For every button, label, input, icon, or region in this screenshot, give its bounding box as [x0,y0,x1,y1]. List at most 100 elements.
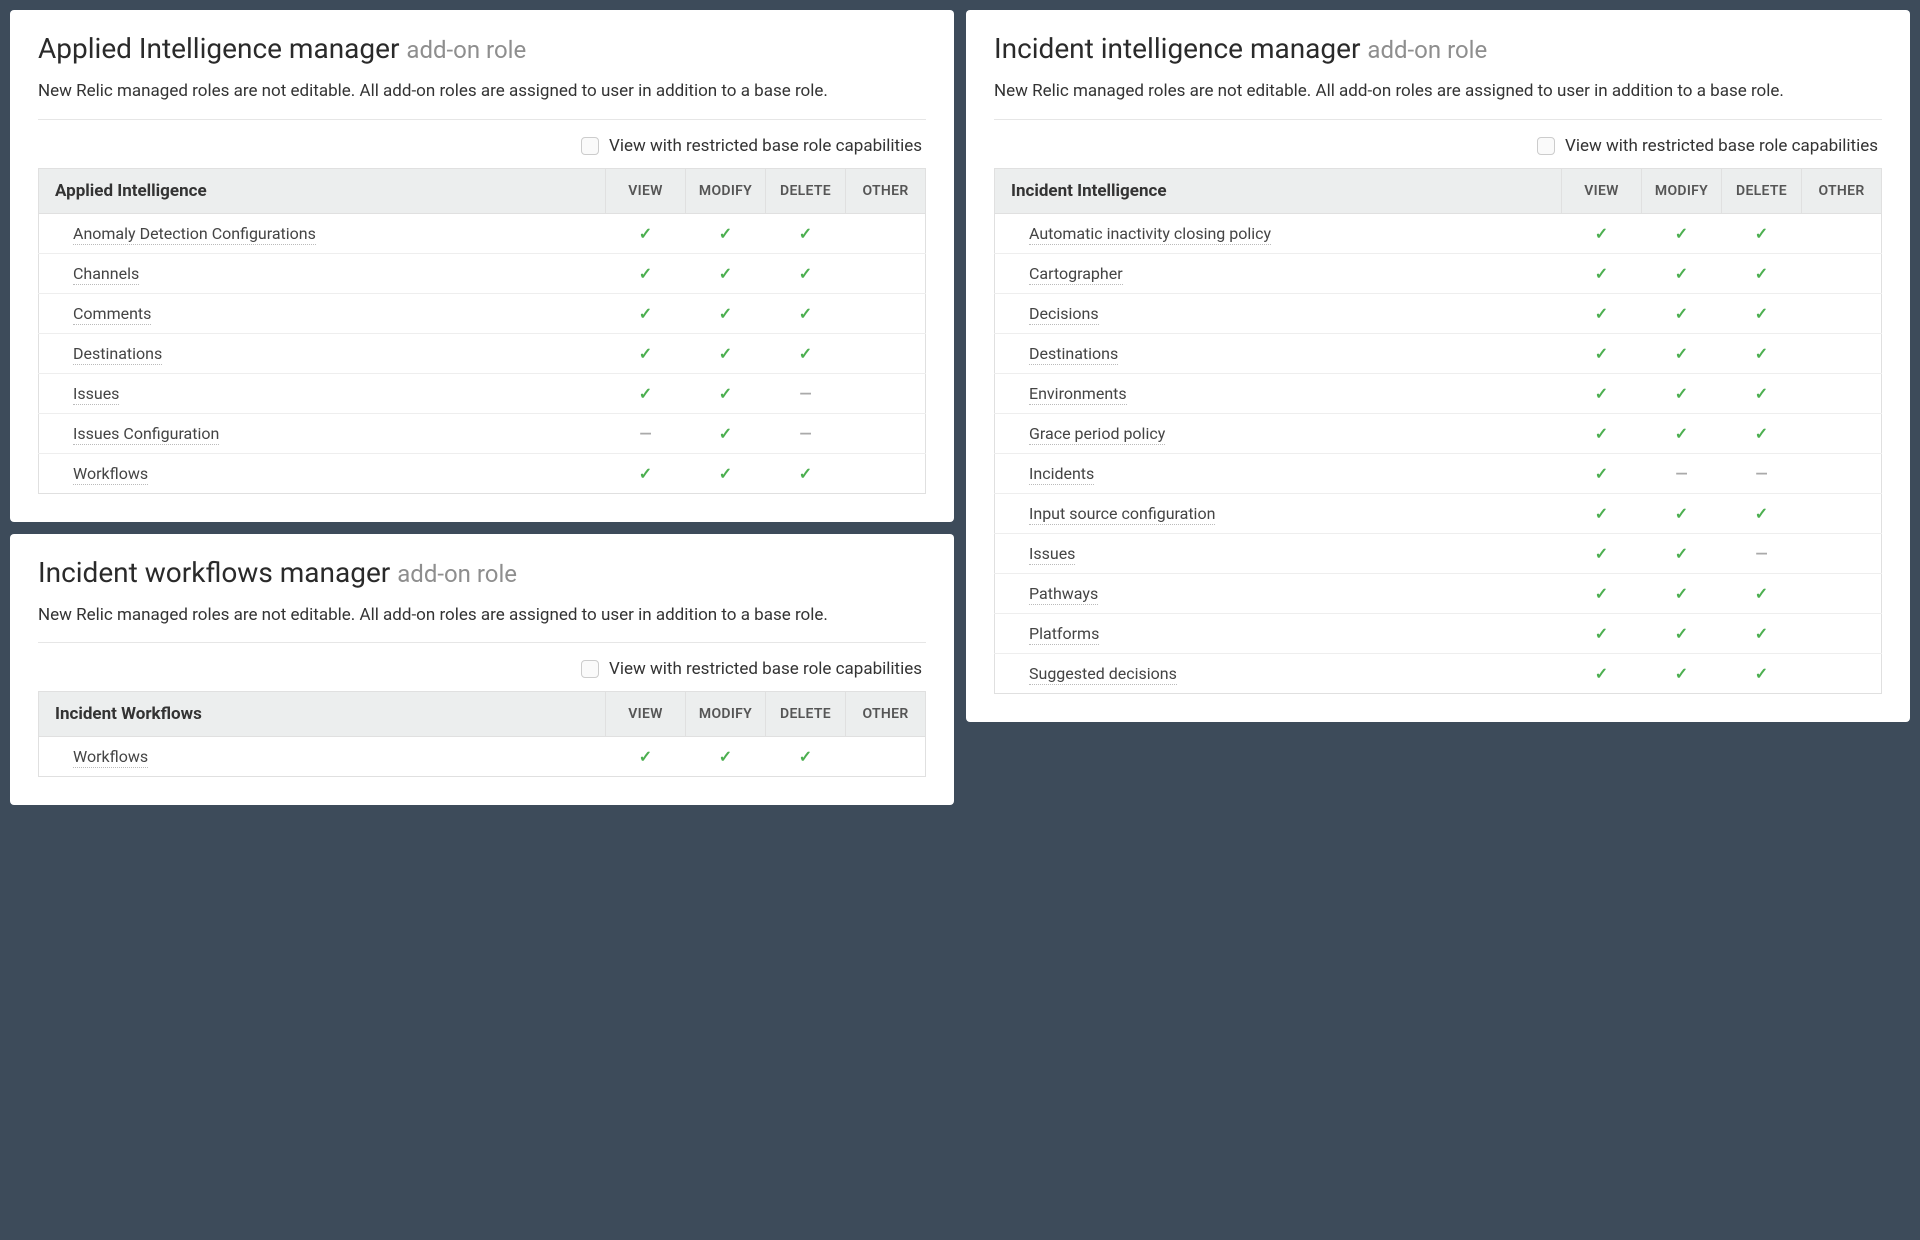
check-icon: ✓ [1675,424,1688,443]
table-row: Incidents✓—— [995,453,1882,493]
cap-modify: ✓ [1642,573,1722,613]
cap-view: ✓ [606,253,686,293]
col-header-other: OTHER [846,692,926,737]
capability-name: Comments [39,293,606,333]
col-header-delete: DELETE [766,168,846,213]
panel-title-text: Incident workflows manager [38,556,397,589]
check-icon: ✓ [1595,464,1608,483]
col-header-modify: MODIFY [1642,168,1722,213]
table-row: Platforms ✓ ✓ ✓ [995,613,1882,653]
cap-modify: ✓ [686,373,766,413]
capability-name: Platforms [995,613,1562,653]
cap-other [1802,533,1882,573]
restrict-checkbox[interactable] [581,660,599,678]
cap-view: ✓ [606,333,686,373]
panel-title: Incident workflows manager add-on role [38,556,926,589]
table-row: Issues✓✓— [39,373,926,413]
cap-view: ✓ [1562,333,1642,373]
capability-name: Anomaly Detection Configurations [39,213,606,253]
cap-delete: ✓ [1722,613,1802,653]
cap-delete: — [1722,533,1802,573]
cap-modify: ✓ [1642,213,1722,253]
cap-view: ✓ [606,737,686,777]
check-icon: ✓ [1755,624,1768,643]
cap-other [846,413,926,453]
capability-name: Workflows [39,453,606,493]
check-icon: ✓ [1595,424,1608,443]
restrict-label: View with restricted base role capabilit… [609,136,922,156]
panel-title-text: Applied Intelligence manager [38,32,406,65]
cap-delete: ✓ [1722,653,1802,693]
capability-name: Automatic inactivity closing policy [995,213,1562,253]
check-icon: ✓ [1595,264,1608,283]
cap-modify: — [1642,453,1722,493]
cap-delete: ✓ [766,213,846,253]
panel-description: New Relic managed roles are not editable… [38,603,926,644]
cap-other [846,213,926,253]
check-icon: ✓ [1755,384,1768,403]
cap-modify: ✓ [686,737,766,777]
check-icon: ✓ [1595,344,1608,363]
check-icon: ✓ [1755,664,1768,683]
check-icon: ✓ [1595,384,1608,403]
restrict-checkbox[interactable] [581,137,599,155]
cap-other [1802,493,1882,533]
permissions-table: Applied IntelligenceVIEWMODIFYDELETEOTHE… [38,168,926,494]
panel-applied-intelligence: Applied Intelligence manager add-on role… [10,10,954,522]
restrict-label: View with restricted base role capabilit… [609,659,922,679]
cap-view: ✓ [1562,253,1642,293]
capability-name: Issues [995,533,1562,573]
capability-name: Environments [995,373,1562,413]
cap-modify: ✓ [686,413,766,453]
check-icon: ✓ [719,304,732,323]
panel-title: Incident intelligence manager add-on rol… [994,32,1882,65]
col-header-delete: DELETE [766,692,846,737]
cap-modify: ✓ [1642,413,1722,453]
cap-other [846,293,926,333]
table-row: Workflows✓✓✓ [39,453,926,493]
cap-other [1802,373,1882,413]
restrict-checkbox[interactable] [1537,137,1555,155]
col-header-view: VIEW [1562,168,1642,213]
cap-delete: ✓ [766,333,846,373]
col-header-modify: MODIFY [686,692,766,737]
check-icon: ✓ [1595,664,1608,683]
restrict-toggle-row: View with restricted base role capabilit… [38,659,926,679]
restrict-label: View with restricted base role capabilit… [1565,136,1878,156]
panel-title-suffix: add-on role [406,36,526,64]
cap-view: ✓ [1562,573,1642,613]
check-icon: ✓ [1675,344,1688,363]
cap-view: ✓ [1562,613,1642,653]
check-icon: ✓ [1675,224,1688,243]
table-row: Comments✓✓✓ [39,293,926,333]
cap-view: ✓ [606,373,686,413]
dash-icon: — [1755,544,1767,563]
cap-other [846,253,926,293]
capability-name: Channels [39,253,606,293]
restrict-toggle-row: View with restricted base role capabilit… [38,136,926,156]
col-header-other: OTHER [846,168,926,213]
check-icon: ✓ [719,747,732,766]
cap-view: ✓ [1562,373,1642,413]
capability-name: Pathways [995,573,1562,613]
cap-view: ✓ [1562,493,1642,533]
cap-view: ✓ [1562,413,1642,453]
cap-modify: ✓ [1642,613,1722,653]
capability-name: Incidents [995,453,1562,493]
cap-delete: ✓ [1722,253,1802,293]
cap-modify: ✓ [1642,253,1722,293]
section-header: Applied Intelligence [39,168,606,213]
cap-delete: — [766,413,846,453]
col-header-modify: MODIFY [686,168,766,213]
check-icon: ✓ [1675,544,1688,563]
check-icon: ✓ [799,224,812,243]
panel-description: New Relic managed roles are not editable… [38,79,926,120]
check-icon: ✓ [1595,624,1608,643]
cap-delete: ✓ [1722,213,1802,253]
check-icon: ✓ [799,747,812,766]
capability-name: Issues Configuration [39,413,606,453]
check-icon: ✓ [1675,624,1688,643]
table-row: Automatic inactivity closing policy✓✓✓ [995,213,1882,253]
check-icon: ✓ [719,424,732,443]
cap-view: ✓ [1562,653,1642,693]
